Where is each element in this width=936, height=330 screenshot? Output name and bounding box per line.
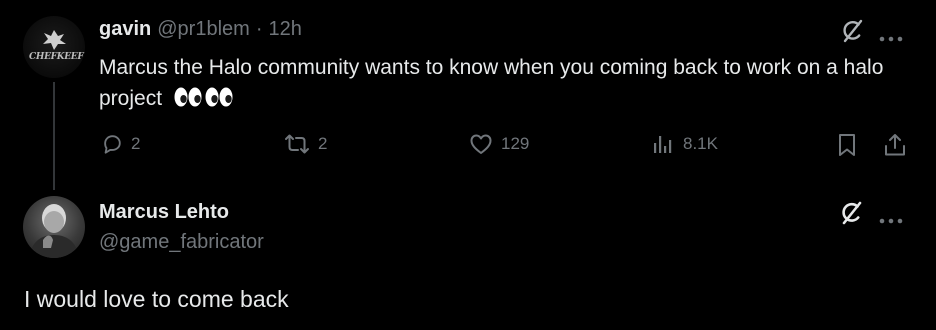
more-icon[interactable] <box>879 29 905 47</box>
like-count: 129 <box>501 134 530 153</box>
tweet-header: gavin @pr1blem · 12h <box>99 18 302 41</box>
timestamp[interactable]: 12h <box>268 18 301 41</box>
bookmark-icon <box>839 134 855 156</box>
eyes-emoji-icon <box>174 86 236 117</box>
repost-button[interactable]: 2 <box>284 133 327 155</box>
grok-icon[interactable] <box>839 18 865 49</box>
views-button[interactable]: 8.1K <box>653 133 718 155</box>
avatar[interactable]: CHEFKEEF <box>23 16 85 78</box>
heart-icon <box>470 134 492 154</box>
reply-author-handle[interactable]: @game_fabricator <box>99 231 264 254</box>
like-button[interactable]: 129 <box>469 133 529 155</box>
tweet-actions: 2 2 129 8.1K <box>0 133 936 163</box>
grok-icon[interactable] <box>838 200 864 231</box>
tweet-text: Marcus the Halo community wants to know … <box>99 52 919 117</box>
views-icon <box>654 136 672 153</box>
author-name[interactable]: gavin <box>99 18 151 41</box>
reply-author-name[interactable]: Marcus Lehto <box>99 201 229 224</box>
reply-count: 2 <box>131 134 141 153</box>
reply-text: I would love to come back <box>24 286 289 312</box>
share-icon <box>885 134 905 156</box>
bookmark-button[interactable] <box>837 133 857 157</box>
avatar-photo <box>29 204 79 258</box>
repost-count: 2 <box>318 134 328 153</box>
share-button[interactable] <box>883 133 907 157</box>
author-handle[interactable]: @pr1blem <box>157 18 250 41</box>
reply-button[interactable]: 2 <box>101 133 140 155</box>
logo-mark <box>43 30 66 50</box>
separator-dot: · <box>255 18 263 40</box>
avatar-logo-text: CHEFKEEF <box>29 52 84 62</box>
view-count: 8.1K <box>683 134 718 153</box>
repost-icon <box>285 134 309 154</box>
more-icon[interactable] <box>879 211 905 229</box>
reply-icon <box>104 135 121 154</box>
reply-avatar[interactable] <box>23 196 85 258</box>
